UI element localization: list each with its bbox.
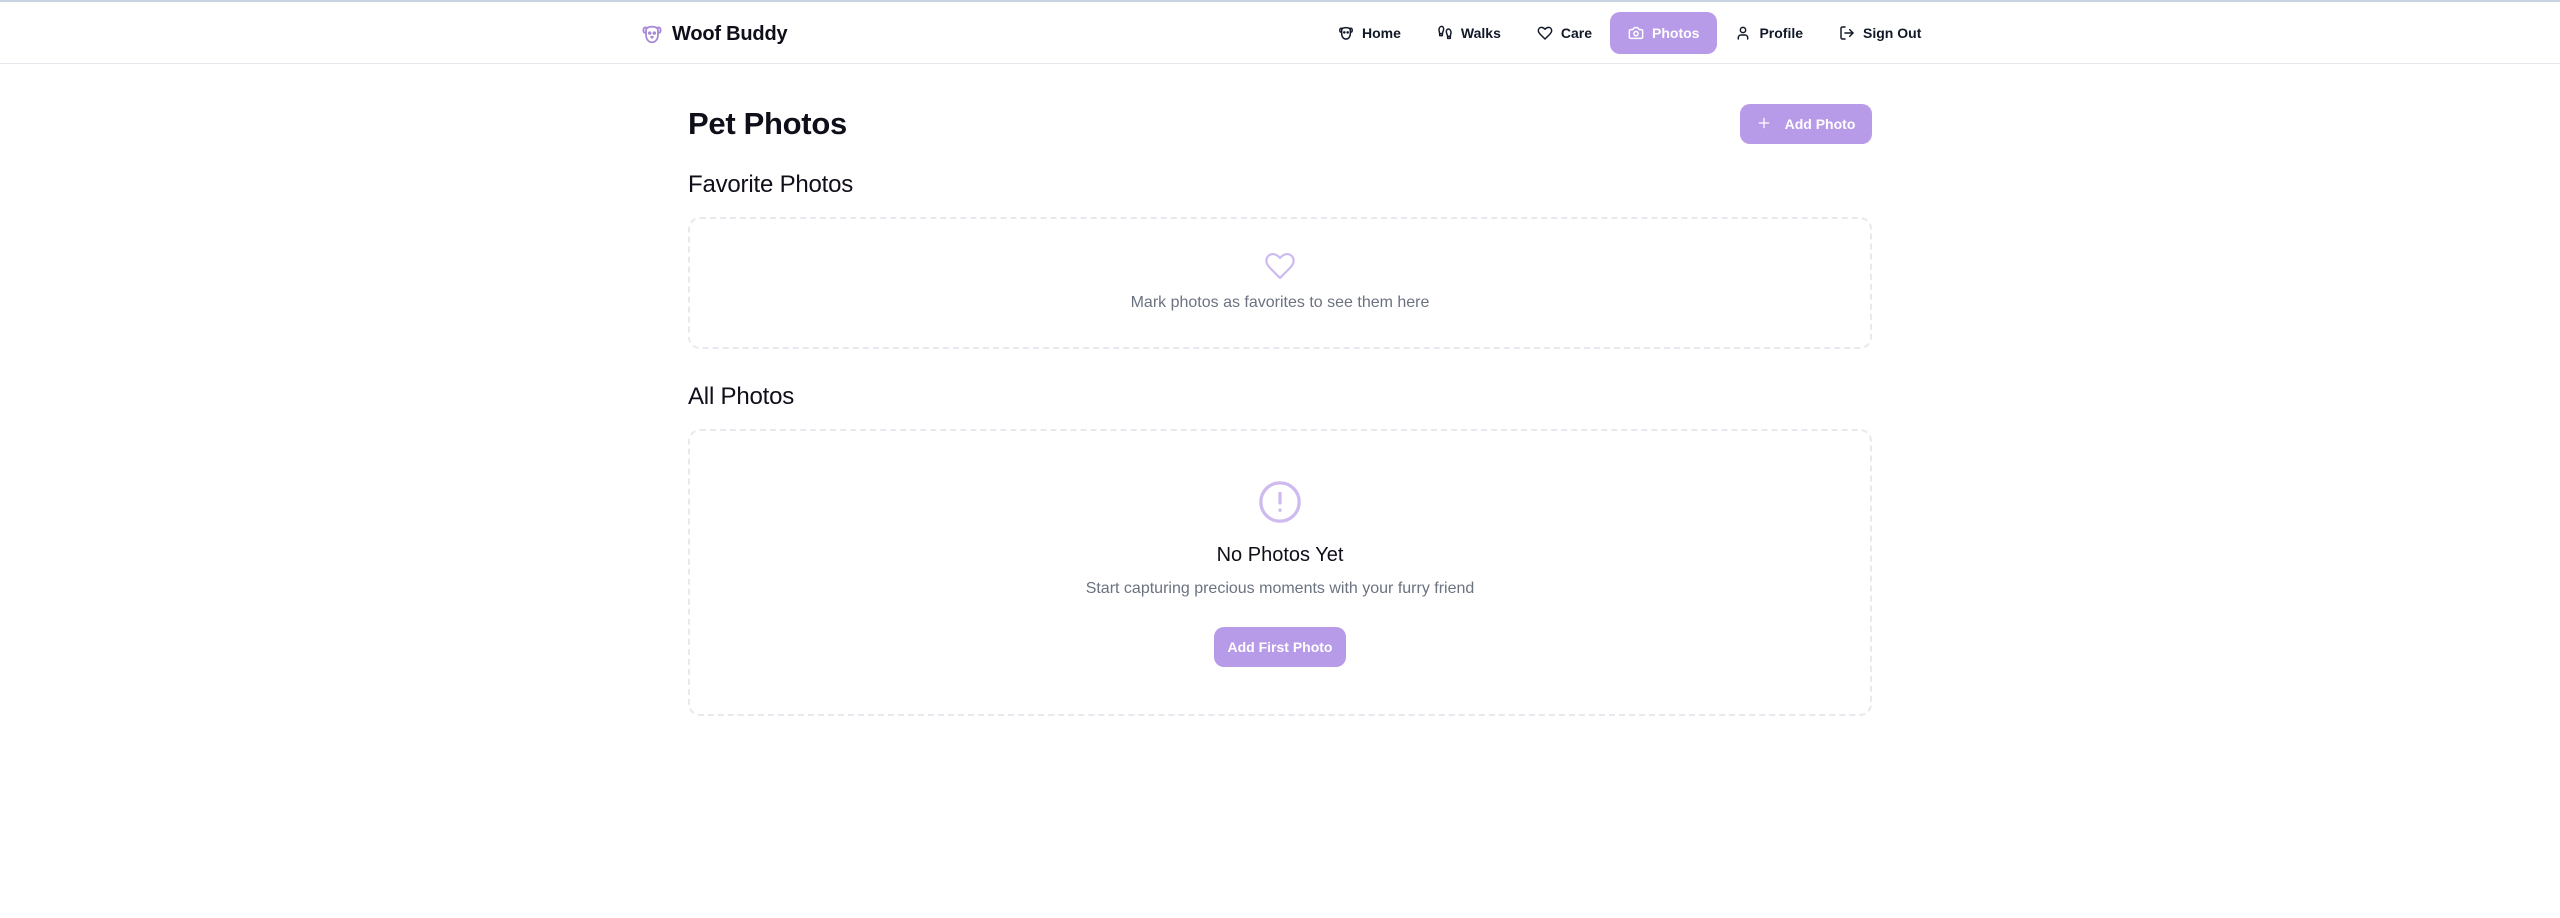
nav-item-profile[interactable]: Profile <box>1717 12 1821 54</box>
add-photo-button[interactable]: Add Photo <box>1740 104 1872 144</box>
nav-label: Profile <box>1759 25 1804 41</box>
page-title: Pet Photos <box>688 106 847 141</box>
empty-state-subtitle: Start capturing precious moments with yo… <box>1085 580 1475 597</box>
favorites-empty-card <box>688 217 1872 349</box>
user-icon <box>1735 25 1751 41</box>
empty-state-title: No Photos Yet <box>1216 544 1344 566</box>
add-first-photo-button[interactable]: Add First Photo <box>1214 627 1346 667</box>
nav-item-home[interactable]: Home <box>1320 12 1419 54</box>
nav-item-walks[interactable]: Walks <box>1419 12 1519 54</box>
nav-item-care[interactable]: Care <box>1519 12 1610 54</box>
dog-face-icon <box>640 22 664 46</box>
brand[interactable]: Woof Buddy <box>640 20 788 48</box>
add-photo-label: Add Photo <box>1784 116 1856 132</box>
app-name: Woof Buddy <box>672 22 788 45</box>
all-photos-heading: All Photos <box>688 383 795 410</box>
favorites-empty-text: Mark photos as favorites to see them her… <box>1130 294 1430 311</box>
favorite-photos-heading: Favorite Photos <box>688 171 854 198</box>
nav-item-sign-out[interactable]: Sign Out <box>1821 12 1939 54</box>
plus-icon <box>1757 116 1771 133</box>
heart-icon <box>1263 250 1297 280</box>
footprints-icon <box>1437 25 1453 41</box>
nav-item-photos[interactable]: Photos <box>1610 12 1718 54</box>
camera-icon <box>1628 25 1644 41</box>
top-navbar: Woof Buddy Home Walks Care Photos Profil… <box>0 2 2560 64</box>
nav-label: Photos <box>1652 25 1700 41</box>
heart-icon <box>1537 25 1553 41</box>
log-out-icon <box>1839 25 1855 41</box>
nav-label: Walks <box>1460 25 1501 41</box>
nav-label: Care <box>1560 25 1592 41</box>
nav-label: Home <box>1362 25 1401 41</box>
all-photos-empty-card <box>688 429 1872 716</box>
nav-label: Sign Out <box>1863 25 1922 41</box>
dog-face-icon <box>1338 25 1354 41</box>
alert-circle-icon <box>1257 479 1303 525</box>
main-nav: Home Walks Care Photos Profile Sign Out <box>1320 12 1939 54</box>
